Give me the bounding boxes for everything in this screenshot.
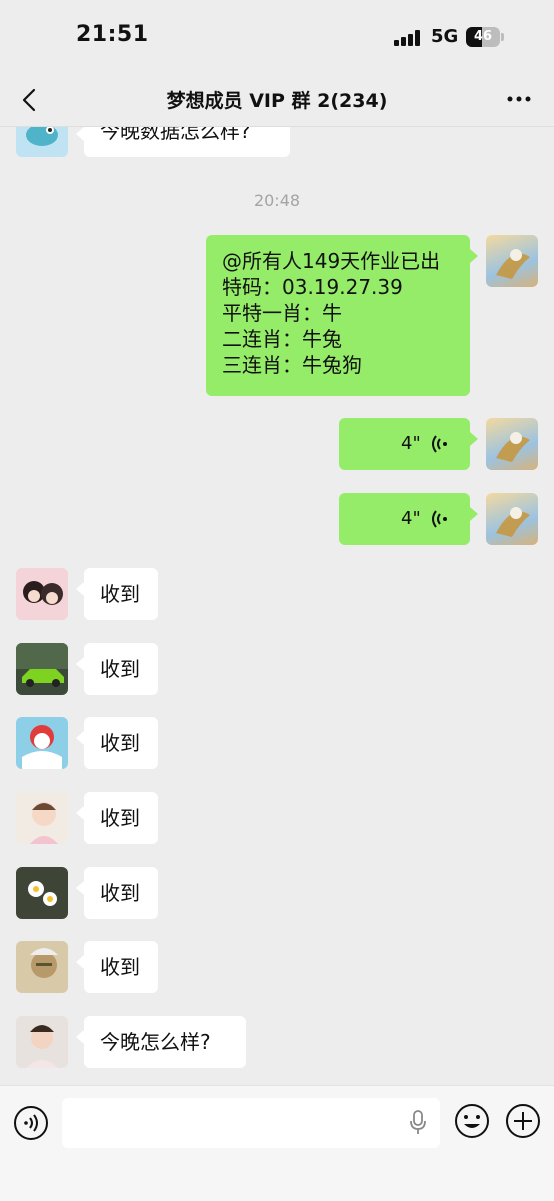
avatar[interactable]	[16, 568, 68, 620]
plus-icon[interactable]	[505, 1103, 541, 1139]
message-text: 收到	[100, 881, 140, 905]
message-bubble[interactable]: 今晚数据怎么样?	[84, 127, 290, 157]
message-line: @所有人149天作业已出	[222, 249, 441, 273]
avatar[interactable]	[16, 1016, 68, 1068]
message-bubble[interactable]: 收到	[84, 867, 158, 919]
voice-wave-icon	[432, 435, 447, 453]
message-text: 收到	[100, 657, 140, 681]
voice-duration: 4"	[401, 508, 421, 529]
avatar-self[interactable]	[486, 235, 538, 287]
voice-duration: 4"	[401, 433, 421, 454]
message-line: 平特一肖：牛	[222, 301, 342, 325]
input-bar	[0, 1085, 554, 1201]
message-line: 二连肖：牛兔	[222, 327, 342, 351]
microphone-icon[interactable]	[408, 1110, 428, 1136]
message-bubble[interactable]: 收到	[84, 941, 158, 993]
voice-message-bubble[interactable]: 4"	[339, 418, 470, 470]
message-bubble[interactable]: 收到	[84, 568, 158, 620]
message-line: 特码：03.19.27.39	[222, 275, 403, 299]
message-bubble-outgoing[interactable]: @所有人149天作业已出 特码：03.19.27.39 平特一肖：牛 二连肖：牛…	[206, 235, 470, 396]
chat-title: 梦想成员 VIP 群 2(234)	[166, 90, 388, 112]
avatar-self[interactable]	[486, 418, 538, 470]
message-list[interactable]: 今晚数据怎么样? 20:48 @所有人149天作业已出 特码：03.19.27.…	[0, 127, 554, 1085]
message-bubble[interactable]: 今晚怎么样?	[84, 1016, 246, 1068]
avatar[interactable]	[16, 717, 68, 769]
message-text: 收到	[100, 806, 140, 830]
avatar[interactable]	[16, 643, 68, 695]
message-input[interactable]	[62, 1098, 440, 1148]
avatar[interactable]	[16, 792, 68, 844]
voice-message-bubble[interactable]: 4"	[339, 493, 470, 545]
network-type: 5G	[431, 26, 459, 47]
battery-percent: 46	[473, 29, 493, 44]
message-text: 收到	[100, 955, 140, 979]
message-timestamp: 20:48	[253, 191, 301, 210]
voice-icon[interactable]	[13, 1105, 49, 1141]
avatar[interactable]	[16, 867, 68, 919]
message-bubble[interactable]: 收到	[84, 717, 158, 769]
message-text: 今晚数据怎么样?	[100, 127, 251, 143]
message-text: 收到	[100, 731, 140, 755]
message-bubble[interactable]: 收到	[84, 792, 158, 844]
avatar-self[interactable]	[486, 493, 538, 545]
status-bar: 21:51 5G 46	[0, 0, 554, 76]
battery-icon: 46	[466, 27, 506, 47]
voice-wave-icon	[432, 510, 447, 528]
message-text: 收到	[100, 582, 140, 606]
more-dots-icon[interactable]	[506, 86, 532, 112]
status-time: 21:51	[76, 22, 149, 47]
avatar[interactable]	[16, 127, 68, 157]
avatar[interactable]	[16, 941, 68, 993]
chat-header: 梦想成员 VIP 群 2(234)	[0, 76, 554, 127]
message-text: 今晚怎么样?	[100, 1030, 211, 1054]
emoji-icon[interactable]	[454, 1103, 490, 1139]
message-bubble[interactable]: 收到	[84, 643, 158, 695]
cellular-signal-icon	[394, 30, 422, 46]
message-line: 三连肖：牛兔狗	[222, 353, 362, 377]
